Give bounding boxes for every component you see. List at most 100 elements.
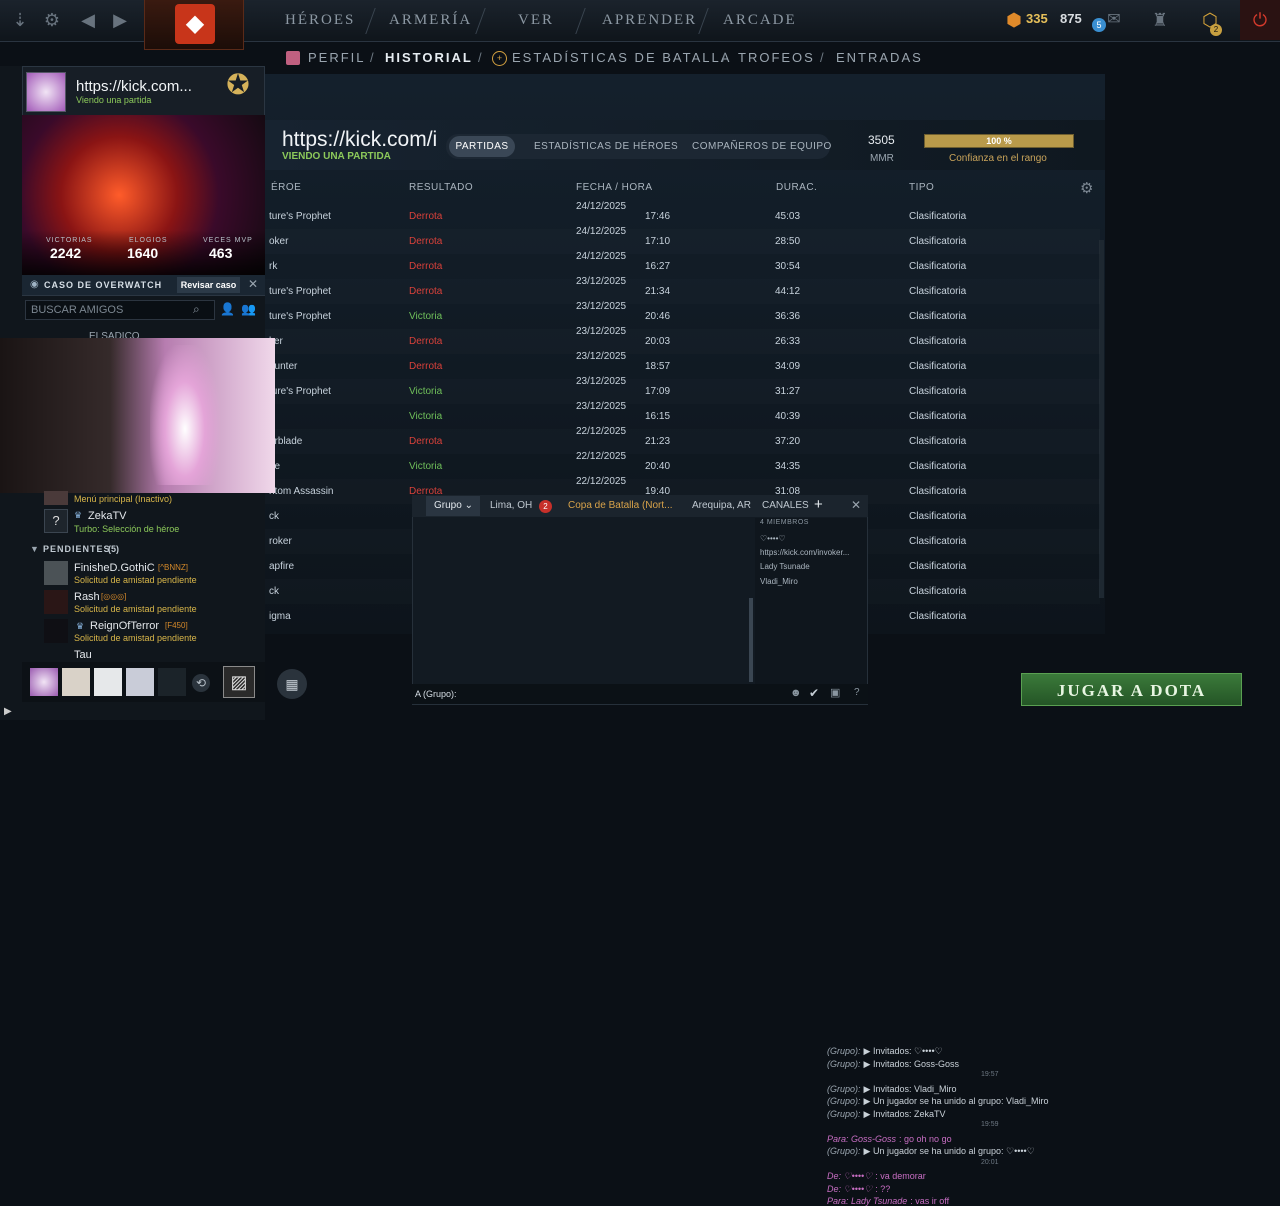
- leave-party-icon[interactable]: ⟲: [192, 674, 210, 692]
- member-item[interactable]: https://kick.com/invoker...: [760, 548, 865, 557]
- dota-logo-button[interactable]: ◆: [144, 0, 244, 50]
- add-friend-icon[interactable]: 👤: [220, 302, 235, 316]
- close-chat-icon[interactable]: ✕: [851, 498, 861, 512]
- image-icon[interactable]: ▣: [830, 686, 840, 699]
- search-placeholder: BUSCAR AMIGOS: [31, 304, 124, 316]
- chat-timestamp: 19:59: [981, 1121, 999, 1128]
- help-icon[interactable]: ?: [854, 687, 860, 698]
- chat-text: ▶ Invitados: Goss-Goss: [863, 1058, 959, 1069]
- review-case-button[interactable]: Revisar caso: [177, 277, 240, 293]
- channels-button[interactable]: CANALES: [762, 500, 809, 511]
- subnav-history[interactable]: HISTORIAL: [385, 50, 473, 65]
- check-icon[interactable]: ✔: [809, 686, 819, 700]
- match-type: Clasificatoria: [909, 536, 967, 547]
- close-icon[interactable]: ✕: [248, 277, 258, 291]
- chat-tab-group[interactable]: Grupo ⌄: [426, 496, 480, 516]
- table-row[interactable]: ture's Prophet Derrota 24/12/2025 17:46 45:0…: [265, 201, 1100, 229]
- table-row[interactable]: Victoria 23/12/2025 16:15 40:39 Clasificator…: [265, 401, 1100, 429]
- pending-avatar[interactable]: [44, 619, 68, 643]
- apps-grid-icon[interactable]: ▦: [277, 669, 307, 699]
- party-member-avatar[interactable]: [30, 668, 58, 696]
- hero-name: ture's Prophet: [269, 386, 331, 397]
- settings-gear-icon[interactable]: ⚙: [1080, 179, 1093, 197]
- table-row[interactable]: rk Derrota 24/12/2025 16:27 30:54 Clasificato…: [265, 251, 1100, 279]
- back-arrow-icon[interactable]: ◀: [76, 8, 100, 32]
- chat-tab-battle-cup[interactable]: Copa de Batalla (Nort...: [568, 500, 673, 511]
- party-empty-slot[interactable]: [158, 668, 186, 696]
- dota-plus-icon: ♛: [76, 621, 85, 631]
- gold-count: 335: [1026, 11, 1048, 26]
- party-member-avatar[interactable]: [94, 668, 122, 696]
- table-row[interactable]: ture's Prophet Victoria 23/12/2025 20:46 36:…: [265, 301, 1100, 329]
- table-row[interactable]: hunter Derrota 23/12/2025 18:57 34:09 Clasifi…: [265, 351, 1100, 379]
- nav-heroes[interactable]: HÉROES: [285, 0, 355, 40]
- table-row[interactable]: orblade Derrota 22/12/2025 21:23 37:20 Clasif…: [265, 426, 1100, 454]
- stat-commends-label: ELOGIOS: [129, 237, 168, 244]
- match-duration: 37:20: [775, 436, 801, 447]
- match-date: 23/12/2025: [576, 301, 627, 312]
- col-hero[interactable]: ÉROE: [271, 182, 301, 193]
- tab-matches[interactable]: PARTIDAS: [449, 136, 515, 157]
- friends-group-icon[interactable]: 👥: [241, 302, 256, 316]
- subnav-battle-stats[interactable]: ESTADÍSTICAS DE BATALLA: [512, 50, 731, 65]
- chat-scrollbar[interactable]: [749, 598, 753, 682]
- power-button[interactable]: ⏻: [1240, 0, 1280, 40]
- friend-avatar[interactable]: [44, 491, 68, 505]
- stat-commends-value: 1640: [127, 245, 159, 261]
- subnav-profile[interactable]: PERFIL: [308, 50, 366, 65]
- table-row[interactable]: ture's Prophet Derrota 23/12/2025 21:34 44:1…: [265, 276, 1100, 304]
- forward-arrow-icon[interactable]: ▶: [108, 8, 132, 32]
- member-item[interactable]: Lady Tsunade: [760, 562, 810, 571]
- member-item[interactable]: Vladi_Miro: [760, 577, 798, 586]
- nav-armory[interactable]: ARMERÍA: [389, 0, 472, 40]
- subnav-sep: /: [478, 50, 482, 65]
- play-dota-button[interactable]: JUGAR A DOTA: [1021, 673, 1242, 706]
- pending-status: Solicitud de amistad pendiente: [74, 604, 197, 614]
- table-row[interactable]: oker Derrota 24/12/2025 17:10 28:50 Clasifica…: [265, 226, 1100, 254]
- tab-teammates[interactable]: COMPAÑEROS DE EQUIPO: [692, 141, 832, 152]
- col-result[interactable]: RESULTADO: [409, 182, 473, 193]
- chat-tab-label: Grupo: [434, 500, 462, 511]
- col-duration[interactable]: DURAC.: [776, 182, 817, 193]
- armor-icon[interactable]: ♜: [1148, 8, 1172, 32]
- add-channel-icon[interactable]: +: [814, 496, 823, 513]
- gear-icon[interactable]: ⚙: [40, 8, 64, 32]
- mail-icon[interactable]: ✉: [1102, 8, 1126, 32]
- friend-avatar[interactable]: [26, 72, 66, 112]
- collapse-arrow-icon[interactable]: ▼: [30, 544, 39, 554]
- party-banner-icon[interactable]: ▨: [223, 666, 255, 698]
- dota-logo-icon: ◆: [175, 4, 215, 44]
- party-member-avatar[interactable]: [62, 668, 90, 696]
- party-member-avatar[interactable]: [126, 668, 154, 696]
- col-type[interactable]: TIPO: [909, 182, 934, 193]
- pending-avatar[interactable]: [44, 561, 68, 585]
- pending-avatar[interactable]: [44, 590, 68, 614]
- chat-message: Para: Lady Tsunade: vas ir off: [827, 1196, 949, 1206]
- mmr-label: MMR: [870, 153, 894, 164]
- chat-tab-lima[interactable]: Lima, OH: [490, 500, 532, 511]
- pending-name[interactable]: ReignOfTerror: [90, 620, 159, 632]
- nav-learn[interactable]: APRENDER: [602, 0, 697, 40]
- pending-name[interactable]: FinisheD.GothiC: [74, 562, 155, 574]
- table-row[interactable]: ker Derrota 23/12/2025 20:03 26:33 Clasificat…: [265, 326, 1100, 354]
- nav-arcade[interactable]: ARCADE: [723, 0, 797, 40]
- match-date: 22/12/2025: [576, 426, 627, 437]
- unknown-avatar-icon[interactable]: ?: [44, 509, 68, 533]
- shard-icon: ⬢: [1006, 10, 1022, 30]
- search-icon[interactable]: ⌕: [193, 302, 200, 317]
- member-item[interactable]: ♡••••♡: [760, 534, 786, 543]
- collapse-icon[interactable]: ⇣: [8, 8, 32, 32]
- match-time: 17:46: [645, 211, 671, 222]
- col-date[interactable]: FECHA / HORA: [576, 182, 653, 193]
- emoji-icon[interactable]: ☻: [790, 687, 802, 699]
- chat-tab-arequipa[interactable]: Arequipa, AR: [692, 500, 751, 511]
- subnav-entries[interactable]: ENTRADAS: [836, 50, 923, 65]
- subnav-trophies[interactable]: TROFEOS: [738, 50, 815, 65]
- pending-name[interactable]: Rash: [74, 591, 100, 603]
- pending-name[interactable]: Tau: [74, 649, 92, 661]
- nav-watch[interactable]: VER: [518, 0, 554, 40]
- table-row[interactable]: ture's Prophet Victoria 23/12/2025 17:09 31:…: [265, 376, 1100, 404]
- table-row[interactable]: geVictoria22/12/202520:4034:35Clasificat…: [265, 451, 1100, 479]
- friend-name[interactable]: ZekaTV: [88, 510, 127, 522]
- tab-hero-stats[interactable]: ESTADÍSTICAS DE HÉROES: [534, 141, 678, 152]
